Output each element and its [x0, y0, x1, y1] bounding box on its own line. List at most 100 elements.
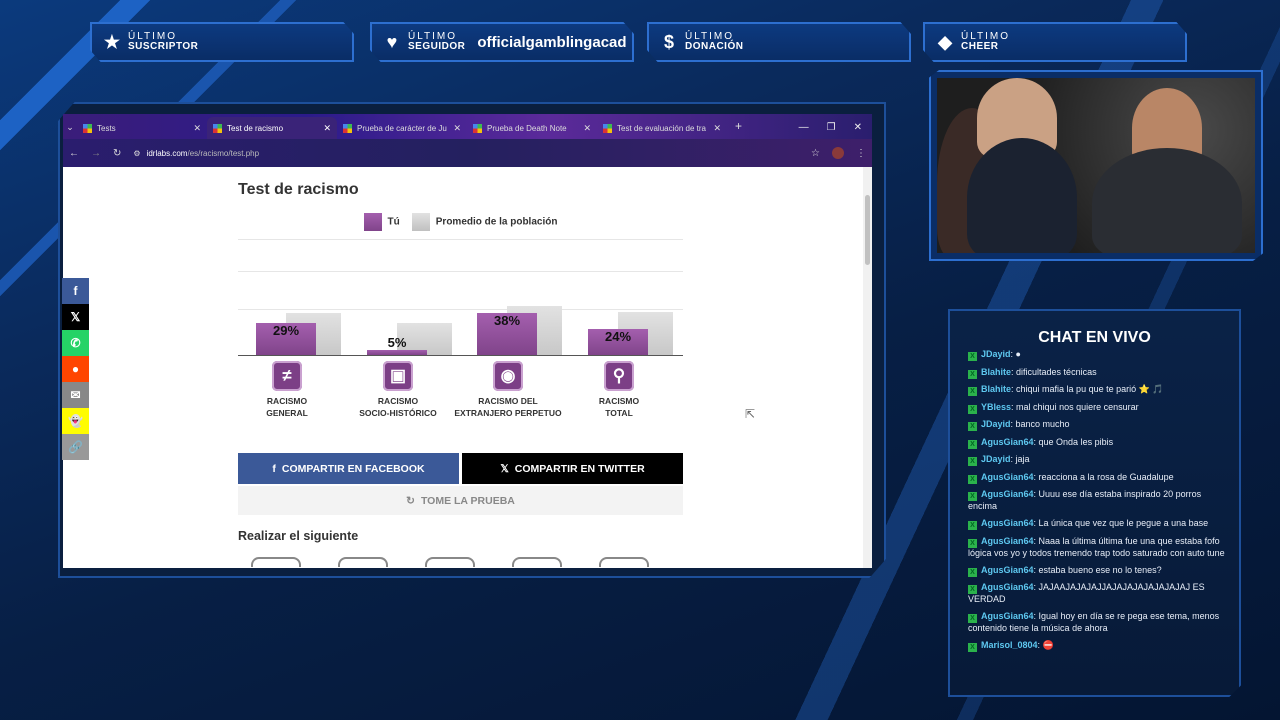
profile-avatar[interactable]	[832, 147, 844, 159]
snapchat-icon[interactable]: 👻	[62, 408, 89, 434]
chat-message: X JDayid: jaja	[968, 454, 1225, 466]
chat-text: mal chiqui nos quiere censurar	[1016, 401, 1139, 412]
latest-subscriber-box: ★ ÚLTIMO SUSCRIPTOR	[90, 22, 354, 62]
chat-messages: X JDayid: ● X Blahite: dificultades técnica…	[968, 349, 1225, 658]
next-test-card[interactable]	[338, 557, 388, 567]
next-tests-row	[238, 557, 683, 567]
bar-value-label: 24%	[604, 328, 632, 344]
close-tab-icon[interactable]: ✕	[453, 123, 461, 134]
chat-message: X AgusGian64: La única que vez que le peg…	[968, 518, 1225, 530]
close-tab-icon[interactable]: ✕	[193, 123, 201, 134]
chat-message: X AgusGian64: reacciona a la rosa de Guad…	[968, 472, 1225, 484]
chat-username: AgusGian64	[981, 582, 1034, 592]
platform-badge-icon: X	[968, 614, 977, 623]
next-test-card[interactable]	[599, 557, 649, 567]
link-icon[interactable]: 🔗	[62, 434, 89, 460]
bar-value-label: 29%	[272, 323, 300, 339]
chat-username: Blahite	[981, 384, 1012, 394]
chat-message: X JDayid: ●	[968, 349, 1225, 361]
tab-evaluacion[interactable]: Test de evaluación de tra ✕	[597, 117, 727, 139]
favicon-icon	[343, 123, 352, 133]
back-icon[interactable]: ←	[69, 148, 79, 159]
share-facebook-button[interactable]: f COMPARTIR EN FACEBOOK	[238, 453, 459, 484]
results-bar-chart: 29% 5% 38% 24%	[238, 239, 683, 379]
new-tab-button[interactable]: +	[727, 119, 750, 139]
chat-username: Blahite	[981, 366, 1012, 377]
platform-badge-icon: X	[968, 439, 977, 449]
chart-gridline	[238, 239, 683, 240]
close-tab-icon[interactable]: ✕	[583, 123, 591, 134]
page-title: Test de racismo	[238, 181, 359, 198]
platform-badge-icon: X	[968, 352, 977, 361]
site-info-icon[interactable]: ⚙	[133, 149, 140, 158]
url-field[interactable]: ⚙ idrlabs.com/es/racismo/test.php	[133, 149, 799, 158]
close-window-icon[interactable]: ✕	[854, 122, 862, 133]
chat-message: X Blahite: dificultades técnicas	[968, 367, 1225, 379]
chart-gridline	[238, 309, 683, 310]
category-socio-historico: ▣ Racismo Socio-Histórico	[343, 361, 453, 419]
chat-username: AgusGian64	[981, 489, 1034, 499]
bookmark-star-icon[interactable]: ☆	[811, 148, 820, 159]
legend-swatch-you	[363, 213, 382, 231]
platform-badge-icon: X	[968, 404, 977, 414]
dollar-icon: $	[663, 31, 674, 52]
latest-follower-box: ♥ ÚLTIMO SEGUIDOR officialgamblingacad	[370, 22, 634, 62]
chat-text: reacciona a la rosa de Guadalupe	[1038, 471, 1174, 482]
heart-icon: ♥	[386, 31, 398, 52]
chat-text: jaja	[1015, 454, 1030, 464]
reddit-icon[interactable]: ●	[62, 356, 89, 382]
platform-badge-icon: X	[968, 567, 977, 577]
page-scrollbar[interactable]	[863, 167, 872, 568]
chat-username: AgusGian64	[981, 564, 1034, 575]
chat-username: JDayid	[981, 454, 1011, 464]
chat-message: X AgusGian64: estaba bueno ese no lo tene…	[968, 565, 1225, 577]
restore-icon[interactable]: ❐	[827, 122, 836, 133]
forward-icon[interactable]: →	[91, 148, 101, 159]
chat-username: JDayid	[981, 419, 1011, 429]
minimize-icon[interactable]: —	[799, 122, 809, 133]
chat-text: estaba bueno ese no lo tenes?	[1038, 564, 1162, 575]
globe-icon: ◉	[493, 361, 523, 391]
tab-prueba-caracter[interactable]: Prueba de carácter de Ju ✕	[337, 117, 467, 139]
bar-you	[367, 349, 427, 355]
category-row: ≠ Racismo General ▣ Racismo Socio-Histór…	[238, 361, 683, 449]
person-right-body	[1092, 148, 1242, 253]
menu-kebab-icon[interactable]: ⋮	[856, 148, 866, 159]
x-icon[interactable]: 𝕏	[62, 304, 89, 330]
tab-test-de-racismo[interactable]: Test de racismo ✕	[207, 117, 337, 139]
favicon-icon	[83, 123, 92, 133]
share-twitter-button[interactable]: 𝕏 COMPARTIR EN TWITTER	[462, 453, 683, 484]
favicon-icon	[603, 123, 612, 133]
chat-bubbles-icon: ▣	[383, 361, 413, 391]
tab-tests[interactable]: Tests ✕	[77, 117, 207, 139]
chart-baseline	[238, 355, 683, 356]
reload-icon[interactable]: ↻	[113, 148, 121, 159]
latest-donation-box: $ ÚLTIMO DONACIÓN	[647, 22, 911, 62]
category-racismo-total: ⚲ Racismo Total	[564, 361, 674, 419]
whatsapp-icon[interactable]: ✆	[62, 330, 89, 356]
web-page: Test de racismo Tú Promedio de la poblac…	[63, 167, 872, 568]
close-tab-icon[interactable]: ✕	[323, 123, 331, 134]
tab-search-icon[interactable]: ⌄	[63, 122, 77, 139]
legend-swatch-avg	[411, 213, 430, 231]
platform-badge-icon: X	[968, 474, 977, 484]
close-tab-icon[interactable]: ✕	[713, 123, 721, 134]
person-center-body	[967, 138, 1077, 253]
retake-test-button[interactable]: ↻ TOME LA PRUEBA	[238, 486, 683, 515]
facebook-icon[interactable]: f	[62, 278, 89, 304]
latest-cheer-box: ◆ ÚLTIMO CHEER	[923, 22, 1187, 62]
next-test-card[interactable]	[512, 557, 562, 567]
facebook-icon: f	[272, 462, 276, 475]
mouse-cursor-icon: ⇱	[745, 407, 756, 421]
platform-badge-icon: X	[968, 585, 977, 594]
social-share-sidebar: f 𝕏 ✆ ● ✉ 👻 🔗	[62, 278, 89, 460]
email-icon[interactable]: ✉	[62, 382, 89, 408]
chat-username: AgusGian64	[981, 535, 1034, 546]
star-icon: ★	[103, 31, 121, 52]
platform-badge-icon: X	[968, 457, 977, 466]
platform-badge-icon: X	[968, 369, 977, 379]
chat-text: chiqui mafia la pu que te parió ⭐ 🎵	[1016, 384, 1164, 394]
tab-death-note[interactable]: Prueba de Death Note ✕	[467, 117, 597, 139]
next-test-card[interactable]	[251, 557, 301, 567]
next-test-card[interactable]	[425, 557, 475, 567]
